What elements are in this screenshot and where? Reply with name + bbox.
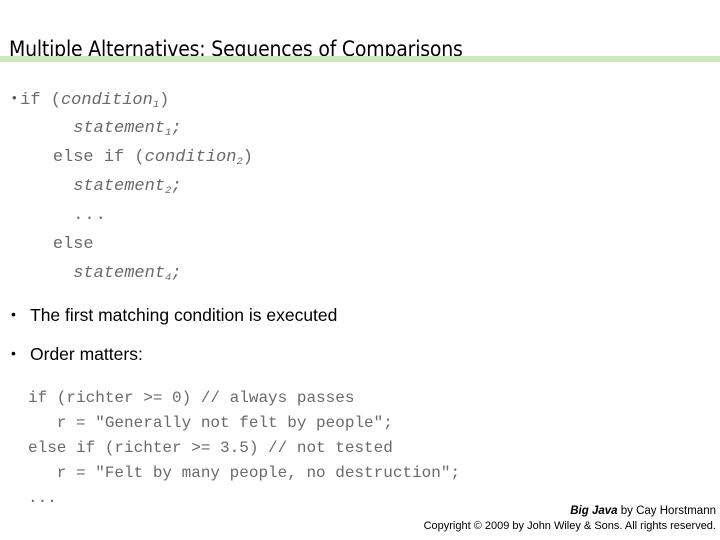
pseudocode-line: ... <box>12 201 572 230</box>
pseudocode-subscript: 1 <box>152 98 160 111</box>
pseudocode-indent <box>12 206 32 225</box>
pseudocode-placeholder: condition <box>60 91 153 110</box>
pseudocode-keyword: else if ( <box>52 148 145 167</box>
pseudocode-placeholder: statement <box>73 177 166 196</box>
pseudocode-indent <box>12 235 32 254</box>
pseudocode-block: • if (condition1) statement1; else if (c… <box>12 85 572 288</box>
pseudocode-indent <box>12 119 32 138</box>
code-example-line: if (richter >= 0) // always passes <box>28 389 355 407</box>
bullet-marker-icon: • <box>11 306 16 322</box>
pseudocode-placeholder: statement <box>73 264 166 283</box>
pseudocode-indent <box>32 235 52 254</box>
pseudocode-subscript: 4 <box>165 271 172 284</box>
bullet-order-matters: • Order matters: <box>11 344 671 365</box>
code-example-line: else if (richter >= 3.5) // not tested <box>28 439 393 457</box>
bullet-marker-icon: • <box>12 90 21 105</box>
pseudocode-placeholder: condition <box>144 148 237 167</box>
code-example-line: r = "Generally not felt by people"; <box>28 414 393 432</box>
pseudocode-indent <box>12 264 32 283</box>
pseudocode-placeholder: ; <box>171 177 182 196</box>
title-divider-rule <box>0 56 720 62</box>
pseudocode-subscript: 2 <box>236 155 243 168</box>
pseudocode-line: statement2; <box>12 172 572 201</box>
pseudocode-line: statement4; <box>12 259 572 288</box>
pseudocode-keyword: ) <box>159 91 170 110</box>
slide-canvas: Multiple Alternatives: Sequences of Comp… <box>0 0 720 540</box>
code-example-line: r = "Felt by many people, no destruction… <box>28 464 461 482</box>
footer-copyright: Copyright © 2009 by John Wiley & Sons. A… <box>423 520 716 532</box>
bullet-first-matching-condition: • The first matching condition is execute… <box>11 305 671 326</box>
pseudocode-subscript: 1 <box>165 126 172 139</box>
pseudocode-indent <box>32 148 52 167</box>
footer-author: by Cay Horstmann <box>617 505 716 517</box>
pseudocode-line: • if (condition1) <box>12 85 572 114</box>
pseudocode-line: else if (condition2) <box>12 143 572 172</box>
bullet-matching-label: The first matching condition is executed <box>30 305 338 325</box>
pseudocode-indent <box>12 148 32 167</box>
pseudocode-subscript: 2 <box>165 184 172 197</box>
bullet-marker-icon: • <box>11 345 16 361</box>
pseudocode-keyword: ) <box>242 148 253 167</box>
slide-footer: Big Java by Cay Horstmann Copyright © 20… <box>424 504 716 534</box>
pseudocode-keyword: if ( <box>20 91 61 110</box>
pseudocode-indent <box>32 177 73 196</box>
footer-attribution: Big Java by Cay Horstmann <box>424 504 716 519</box>
footer-book-title: Big Java <box>570 505 618 517</box>
pseudocode-keyword: else <box>52 235 94 254</box>
pseudocode-indent <box>32 119 73 138</box>
pseudocode-placeholder: ; <box>171 119 182 138</box>
pseudocode-placeholder: ; <box>171 264 182 283</box>
pseudocode-line: else <box>12 230 572 259</box>
pseudocode-indent <box>12 177 32 196</box>
bullet-order-label: Order matters: <box>30 344 143 364</box>
pseudocode-keyword: ... <box>73 206 107 225</box>
pseudocode-line: statement1; <box>12 114 572 143</box>
pseudocode-indent <box>32 206 73 225</box>
code-example-block: if (richter >= 0) // always passes r = "… <box>28 386 668 511</box>
pseudocode-placeholder: statement <box>73 119 166 138</box>
pseudocode-indent <box>32 264 73 283</box>
